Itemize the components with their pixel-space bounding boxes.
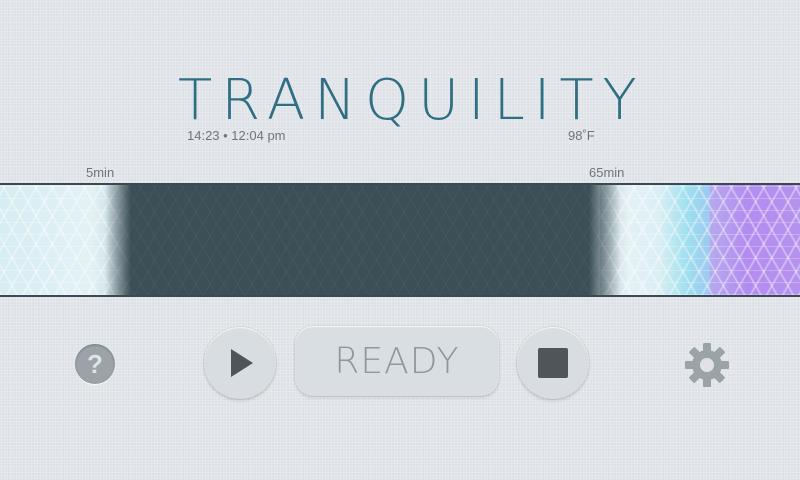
timeline-start-label: 5min bbox=[86, 165, 115, 180]
settings-button[interactable] bbox=[683, 341, 731, 389]
question-icon: ? bbox=[87, 348, 103, 379]
stop-icon bbox=[538, 348, 568, 378]
help-button[interactable]: ? bbox=[75, 344, 115, 384]
time-info: 14:23 • 12:04 pm bbox=[187, 128, 286, 143]
play-icon bbox=[231, 349, 253, 377]
status-button[interactable]: READY bbox=[295, 326, 499, 396]
timeline-selected-range[interactable] bbox=[105, 185, 620, 295]
app-title: TRANQUILITY bbox=[178, 68, 646, 133]
play-button[interactable] bbox=[204, 327, 276, 399]
timeline-bar[interactable] bbox=[0, 183, 800, 297]
gear-icon bbox=[685, 343, 729, 387]
temperature: 98˚F bbox=[568, 128, 595, 143]
timeline-end-label: 65min bbox=[589, 165, 625, 180]
stop-button[interactable] bbox=[517, 327, 589, 399]
